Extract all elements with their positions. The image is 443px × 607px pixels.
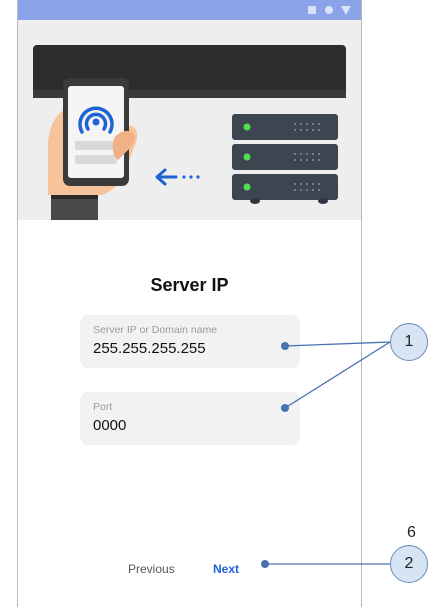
callout-lines: [261, 341, 391, 568]
callout-dot-ip: [281, 342, 289, 350]
page-number: 6: [407, 524, 416, 541]
callout-badge-1: 1: [390, 323, 428, 361]
callout-badge-2: 2: [390, 545, 428, 583]
callout-dot-next: [261, 560, 269, 568]
callout-dot-port: [281, 404, 289, 412]
